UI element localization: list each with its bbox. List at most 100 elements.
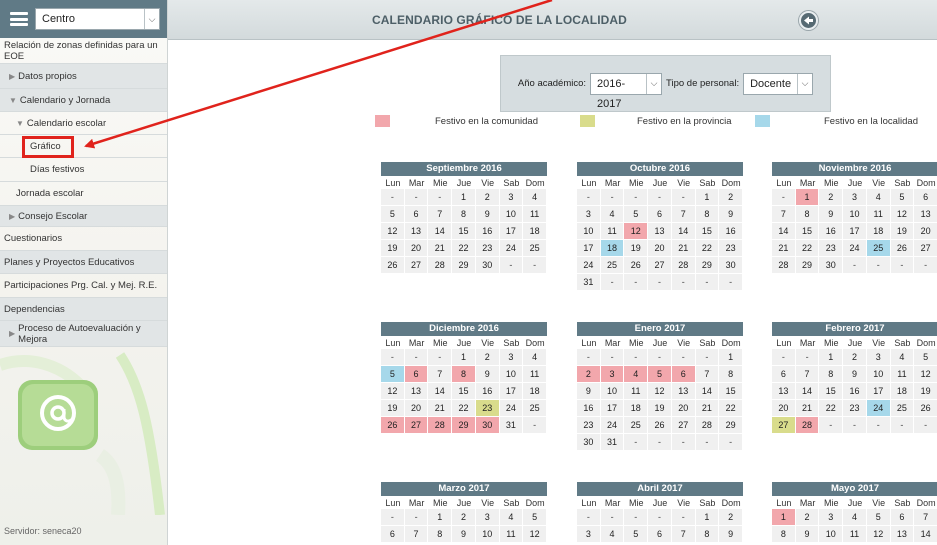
empty-day-cell: - bbox=[648, 509, 672, 526]
day-cell: 12 bbox=[914, 366, 937, 383]
empty-day-cell: - bbox=[381, 509, 405, 526]
empty-day-cell: - bbox=[404, 509, 429, 526]
day-cell: 24 bbox=[499, 400, 524, 417]
weekday-header: Vie bbox=[872, 178, 886, 188]
chevron-down-icon: ⌵ bbox=[646, 73, 661, 94]
weekday-header: Dom bbox=[916, 498, 936, 508]
sidebar-item-dias-festivos[interactable]: Días festivos bbox=[0, 158, 167, 182]
day-cell: 7 bbox=[772, 206, 796, 223]
day-cell: 14 bbox=[428, 223, 453, 240]
sidebar-item-planes-y-proyectos-educativos[interactable]: Planes y Proyectos Educativos bbox=[0, 251, 167, 274]
empty-day-cell: - bbox=[866, 257, 891, 274]
day-cell: 7 bbox=[428, 366, 453, 383]
day-cell: 12 bbox=[381, 223, 405, 240]
day-cell: 5 bbox=[523, 509, 547, 526]
weekday-header: Dom bbox=[916, 338, 936, 348]
weekday-header: Lun bbox=[581, 498, 597, 508]
weekday-header: Mie bbox=[433, 498, 448, 508]
day-cell: 13 bbox=[890, 526, 915, 543]
day-cell: 1 bbox=[719, 349, 743, 366]
day-cell: 25 bbox=[600, 257, 625, 274]
centro-select[interactable]: Centro ⌵ bbox=[35, 8, 160, 30]
year-label: Año académico: bbox=[517, 78, 587, 89]
menu-icon[interactable] bbox=[10, 12, 28, 26]
arrow-left-icon bbox=[804, 16, 813, 25]
day-cell: 6 bbox=[381, 526, 405, 543]
month-days-grid: Lun Mar Mie Jue Vie Sab Dom - - - - -1 2 3 4 5 6 7 8 9 10 11 1… bbox=[577, 177, 743, 291]
weekday-header: Vie bbox=[872, 338, 886, 348]
day-cell: 4 bbox=[523, 189, 547, 206]
weekday-header: Vie bbox=[872, 498, 886, 508]
sidebar-item-jornada-escolar[interactable]: Jornada escolar bbox=[0, 182, 167, 206]
weekday-header: Vie bbox=[481, 338, 495, 348]
weekday-header: Dom bbox=[721, 178, 741, 188]
empty-day-cell: - bbox=[719, 274, 743, 291]
legend-label: Festivo en la comunidad bbox=[435, 116, 538, 127]
weekday-header: Jue bbox=[652, 178, 668, 188]
day-cell: 31 bbox=[499, 417, 524, 434]
sidebar-item-label: Jornada escolar bbox=[16, 188, 84, 199]
legend-label: Festivo en la provincia bbox=[637, 116, 732, 127]
staff-select[interactable]: Docente ⌵ bbox=[743, 72, 814, 95]
day-cell: 14 bbox=[695, 383, 720, 400]
sidebar-item-consejo-escolar[interactable]: ▶ Consejo Escolar bbox=[0, 206, 167, 227]
day-cell: 21 bbox=[428, 240, 453, 257]
empty-day-cell: - bbox=[428, 189, 453, 206]
weekday-header: Mar bbox=[408, 338, 425, 348]
day-cell: 21 bbox=[772, 240, 796, 257]
weekday-header: Lun bbox=[776, 498, 792, 508]
day-cell: 29 bbox=[695, 257, 720, 274]
weekday-header: Jue bbox=[847, 338, 863, 348]
day-cell: 23 bbox=[475, 400, 500, 417]
month-days-grid: Lun Mar Mie Jue Vie Sab Dom - -1 2 3 4 5 6 7 8 9 10 11 12 13… bbox=[772, 337, 937, 434]
empty-day-cell: - bbox=[624, 274, 649, 291]
empty-day-cell: - bbox=[600, 509, 625, 526]
empty-day-cell: - bbox=[577, 349, 601, 366]
year-select[interactable]: 2016-2017 ⌵ bbox=[590, 72, 663, 110]
weekday-header: Sab bbox=[503, 498, 520, 508]
empty-day-cell: - bbox=[624, 434, 649, 451]
sidebar-item-calendario-escolar[interactable]: ▼ Calendario escolar bbox=[0, 112, 167, 135]
month-days-grid: Lun Mar Mie Jue Vie Sab Dom - - - - -1 2 3 4 5 6 7 8 9 bbox=[577, 497, 743, 543]
day-cell: 5 bbox=[890, 189, 915, 206]
day-cell: 25 bbox=[624, 417, 649, 434]
day-cell: 3 bbox=[600, 366, 625, 383]
caret-right-icon: ▶ bbox=[9, 71, 16, 81]
sidebar-item-label: Relación de zonas definidas para un EOE bbox=[4, 39, 158, 62]
day-cell: 27 bbox=[772, 417, 796, 434]
month-days-grid: Lun Mar Mie Jue Vie Sab Dom - - -1 2 3 4 5 6 7 8 9 10 11 12 1… bbox=[381, 177, 547, 274]
day-cell: 12 bbox=[523, 526, 547, 543]
sidebar-item-calendario-y-jornada[interactable]: ▼ Calendario y Jornada bbox=[0, 89, 167, 112]
day-cell: 12 bbox=[890, 206, 915, 223]
month-days-grid: Lun Mar Mie Jue Vie Sab Dom - - -1 2 3 4 5 6 7 8 9 10 11 12 1… bbox=[381, 337, 547, 434]
day-cell: 15 bbox=[795, 223, 820, 240]
day-cell: 19 bbox=[890, 223, 915, 240]
day-cell: 21 bbox=[671, 240, 696, 257]
day-cell: 22 bbox=[695, 240, 720, 257]
day-cell: 14 bbox=[914, 526, 937, 543]
day-cell: 16 bbox=[719, 223, 743, 240]
day-cell: 15 bbox=[719, 383, 743, 400]
day-cell: 4 bbox=[843, 509, 867, 526]
centro-select-value: Centro bbox=[42, 13, 76, 25]
sidebar-item-datos-propios[interactable]: ▶ Datos propios bbox=[0, 64, 167, 89]
day-cell: 5 bbox=[381, 366, 405, 383]
caret-right-icon: ▶ bbox=[9, 211, 16, 221]
month-title: Octubre 2016 bbox=[577, 162, 743, 176]
day-cell: 23 bbox=[719, 240, 743, 257]
sidebar-item-cuestionarios[interactable]: Cuestionarios bbox=[0, 227, 167, 251]
month-calendar: Septiembre 2016 Lun Mar Mie Jue Vie Sab Dom - - -1… bbox=[381, 162, 547, 274]
month-calendar: Mayo 2017 Lun Mar Mie Jue Vie Sab Dom 1 2 3 4 5 6 7 8 9 1… bbox=[772, 482, 937, 543]
day-cell: 3 bbox=[866, 349, 891, 366]
sidebar-item-dependencias[interactable]: Dependencias bbox=[0, 298, 167, 321]
day-cell: 18 bbox=[866, 223, 891, 240]
day-cell: 9 bbox=[819, 206, 844, 223]
day-cell: 9 bbox=[719, 206, 743, 223]
back-button[interactable] bbox=[799, 11, 818, 30]
sidebar-item-proceso-de-autoevaluacion-y-mejora[interactable]: ▶ Proceso de Autoevaluación y Mejora bbox=[0, 321, 167, 347]
weekday-header: Mar bbox=[604, 498, 621, 508]
sidebar-item-relacion-de-zonas-definidas-para-un-eoe[interactable]: Relación de zonas definidas para un EOE bbox=[0, 38, 167, 64]
sidebar-item-participaciones-prg-cal-y-mej-r-e[interactable]: Participaciones Prg. Cal. y Mej. R.E. bbox=[0, 274, 167, 298]
day-cell: 16 bbox=[843, 383, 867, 400]
month-days-grid: Lun Mar Mie Jue Vie Sab Dom - - - - - -1 2 3 4 5 6 7 8 9 10 11… bbox=[577, 337, 743, 451]
